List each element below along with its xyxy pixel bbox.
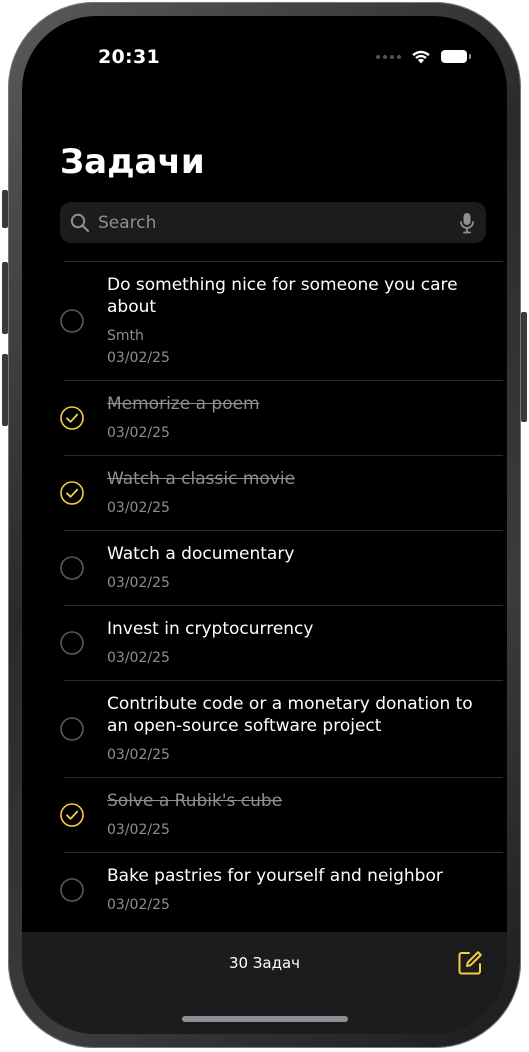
cellular-signal-icon xyxy=(376,54,401,59)
task-title: Solve a Rubik's cube xyxy=(107,791,283,811)
empty-circle-icon[interactable] xyxy=(60,631,84,655)
screen: 20:31 Задачи Search Do something nice fo… xyxy=(22,16,507,1034)
compose-button[interactable] xyxy=(455,948,485,978)
task-count-label: 30 Задач xyxy=(228,954,301,972)
task-date: 03/02/25 xyxy=(107,575,170,591)
checkmark-circle-icon[interactable] xyxy=(60,803,84,827)
task-title: Memorize a poem xyxy=(107,394,260,414)
empty-circle-icon[interactable] xyxy=(60,556,84,580)
page-title: Задачи xyxy=(60,142,205,182)
battery-icon xyxy=(441,50,471,63)
checkmark-circle-icon[interactable] xyxy=(60,406,84,430)
task-row[interactable]: Solve a Rubik's cube 03/02/25 xyxy=(60,777,503,852)
volume-down-button xyxy=(2,354,8,426)
task-title: Do something nice for someone you care a… xyxy=(107,275,458,317)
checkmark-circle-icon[interactable] xyxy=(60,481,84,505)
wifi-icon xyxy=(411,49,431,64)
task-row[interactable]: Bake pastries for yourself and neighbor … xyxy=(60,852,503,927)
task-date: 03/02/25 xyxy=(107,350,170,366)
task-title: Invest in cryptocurrency xyxy=(107,619,314,639)
search-input[interactable] xyxy=(90,211,460,234)
task-row[interactable]: Contribute code or a monetary donation t… xyxy=(60,680,503,777)
task-title: Bake pastries for yourself and neighbor xyxy=(107,866,443,886)
empty-circle-icon[interactable] xyxy=(60,309,84,333)
task-row[interactable]: Do something nice for someone you care a… xyxy=(60,261,503,380)
empty-circle-icon[interactable] xyxy=(60,717,84,741)
mic-icon[interactable] xyxy=(460,212,474,234)
task-date: 03/02/25 xyxy=(107,747,170,763)
task-row[interactable]: Watch a classic movie 03/02/25 xyxy=(60,455,503,530)
volume-up-button xyxy=(2,262,8,334)
task-title: Watch a classic movie xyxy=(107,469,296,489)
task-date: 03/02/25 xyxy=(107,425,170,441)
status-icons xyxy=(376,49,471,64)
task-row[interactable]: Invest in cryptocurrency 03/02/25 xyxy=(60,605,503,680)
action-button xyxy=(2,190,8,228)
task-row[interactable]: Watch a documentary 03/02/25 xyxy=(60,530,503,605)
task-description: Smth xyxy=(107,328,144,344)
task-title: Watch a documentary xyxy=(107,544,295,564)
search-bar[interactable] xyxy=(60,202,486,243)
status-bar: 20:31 xyxy=(22,16,507,96)
task-date: 03/02/25 xyxy=(107,822,170,838)
task-list[interactable]: Do something nice for someone you care a… xyxy=(22,261,507,1034)
task-date: 03/02/25 xyxy=(107,500,170,516)
task-date: 03/02/25 xyxy=(107,897,170,913)
task-row[interactable]: Memorize a poem 03/02/25 xyxy=(60,380,503,455)
search-icon xyxy=(70,213,90,233)
status-time: 20:31 xyxy=(98,46,160,68)
home-indicator xyxy=(181,1016,348,1022)
task-title: Contribute code or a monetary donation t… xyxy=(107,694,473,736)
bottom-toolbar: 30 Задач xyxy=(22,932,507,1034)
power-button xyxy=(521,312,527,422)
device-frame: 20:31 Задачи Search Do something nice fo… xyxy=(2,2,527,1048)
empty-circle-icon[interactable] xyxy=(60,878,84,902)
task-date: 03/02/25 xyxy=(107,650,170,666)
compose-icon xyxy=(457,950,483,976)
